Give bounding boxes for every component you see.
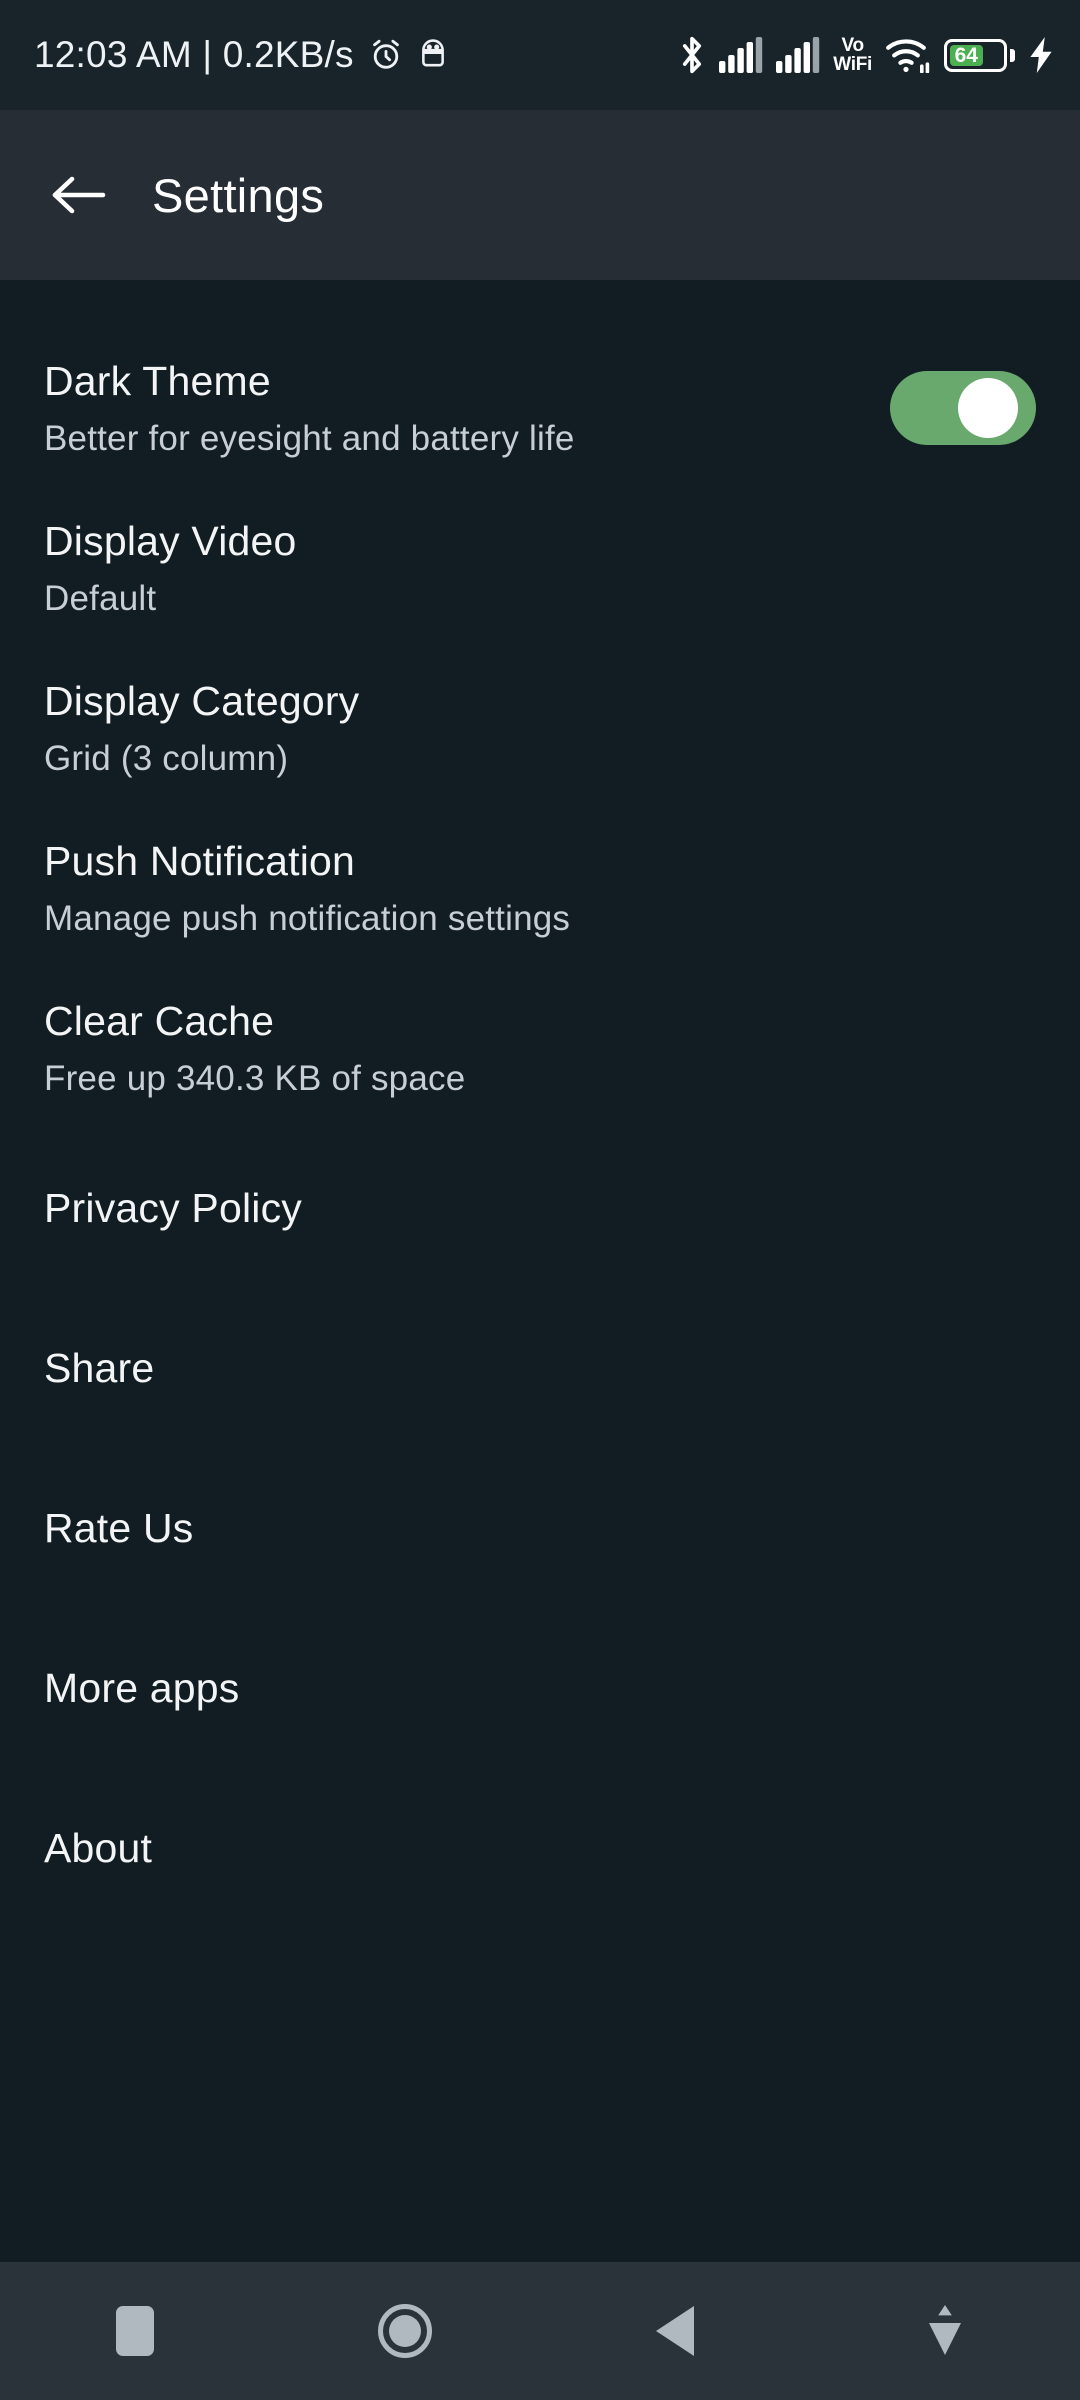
setting-text-more-apps: More apps: [44, 1665, 240, 1712]
back-triangle-icon[interactable]: [540, 2262, 810, 2400]
setting-title-push-notification: Push Notification: [44, 837, 356, 884]
signal-sim2-icon: [776, 37, 820, 73]
setting-summary-clear-cache: Free up 340.3 KB of space: [44, 1058, 466, 1098]
setting-text-about: About: [44, 1825, 152, 1872]
status-bar-left: 12:03 AM | 0.2KB/s: [34, 34, 448, 76]
hide-keyboard-icon[interactable]: [810, 2262, 1080, 2400]
recents-icon[interactable]: [0, 2262, 270, 2400]
setting-text-rate-us: Rate Us: [44, 1505, 194, 1552]
phone-screen: 12:03 AM | 0.2KB/s Vo WiFi 64 Settings D…: [0, 0, 1080, 2400]
setting-title-more-apps: More apps: [44, 1664, 240, 1711]
setting-row-clear-cache[interactable]: Clear Cache Free up 340.3 KB of space: [0, 968, 1080, 1128]
charging-bolt-icon: [1028, 37, 1054, 73]
dark-theme-toggle-thumb: [958, 378, 1018, 438]
setting-row-rate-us[interactable]: Rate Us: [0, 1448, 1080, 1608]
setting-row-share[interactable]: Share: [0, 1288, 1080, 1448]
setting-text-dark-theme: Dark Theme Better for eyesight and batte…: [44, 358, 575, 459]
wifi-icon: [885, 37, 931, 73]
home-icon[interactable]: [270, 2262, 540, 2400]
settings-list: Dark Theme Better for eyesight and batte…: [0, 280, 1080, 2262]
setting-row-privacy-policy[interactable]: Privacy Policy: [0, 1128, 1080, 1288]
vowifi-line2: WiFi: [833, 54, 872, 75]
status-clock: 12:03 AM | 0.2KB/s: [34, 34, 354, 75]
setting-row-push-notification[interactable]: Push Notification Manage push notificati…: [0, 808, 1080, 968]
battery-icon: 64: [944, 38, 1015, 72]
battery-percent: 64: [954, 43, 978, 67]
setting-title-about: About: [44, 1824, 153, 1871]
signal-sim1-icon: [719, 37, 763, 73]
status-bar-right: Vo WiFi 64: [678, 35, 1054, 75]
setting-text-share: Share: [44, 1345, 154, 1392]
page-title: Settings: [152, 168, 325, 222]
setting-title-dark-theme: Dark Theme: [44, 357, 271, 404]
dark-theme-toggle[interactable]: [890, 371, 1036, 445]
setting-text-privacy-policy: Privacy Policy: [44, 1185, 302, 1232]
setting-title-share: Share: [44, 1344, 155, 1391]
setting-summary-push-notification: Manage push notification settings: [44, 898, 571, 938]
setting-title-privacy-policy: Privacy Policy: [44, 1184, 302, 1231]
setting-text-clear-cache: Clear Cache Free up 340.3 KB of space: [44, 998, 465, 1099]
arrow-left-icon[interactable]: [50, 166, 108, 224]
setting-row-about[interactable]: About: [0, 1768, 1080, 1928]
system-navigation-bar: [0, 2262, 1080, 2400]
setting-text-display-video: Display Video Default: [44, 518, 297, 619]
setting-row-dark-theme[interactable]: Dark Theme Better for eyesight and batte…: [0, 328, 1080, 488]
setting-text-push-notification: Push Notification Manage push notificati…: [44, 838, 570, 939]
setting-row-display-category[interactable]: Display Category Grid (3 column): [0, 648, 1080, 808]
setting-text-display-category: Display Category Grid (3 column): [44, 678, 359, 779]
setting-row-display-video[interactable]: Display Video Default: [0, 488, 1080, 648]
setting-summary-display-video: Default: [44, 578, 157, 618]
setting-title-rate-us: Rate Us: [44, 1504, 194, 1551]
setting-title-display-category: Display Category: [44, 677, 360, 724]
app-toolbar: Settings: [0, 110, 1080, 280]
vowifi-icon: Vo WiFi: [833, 36, 872, 74]
alarm-icon: [368, 37, 404, 73]
vowifi-line1: Vo: [841, 35, 864, 56]
bluetooth-icon: [678, 35, 706, 75]
setting-summary-dark-theme: Better for eyesight and battery life: [44, 418, 575, 458]
setting-summary-display-category: Grid (3 column): [44, 738, 289, 778]
setting-title-display-video: Display Video: [44, 517, 297, 564]
android-debug-icon: [418, 38, 448, 72]
setting-row-more-apps[interactable]: More apps: [0, 1608, 1080, 1768]
setting-title-clear-cache: Clear Cache: [44, 997, 275, 1044]
status-bar: 12:03 AM | 0.2KB/s Vo WiFi 64: [0, 0, 1080, 110]
